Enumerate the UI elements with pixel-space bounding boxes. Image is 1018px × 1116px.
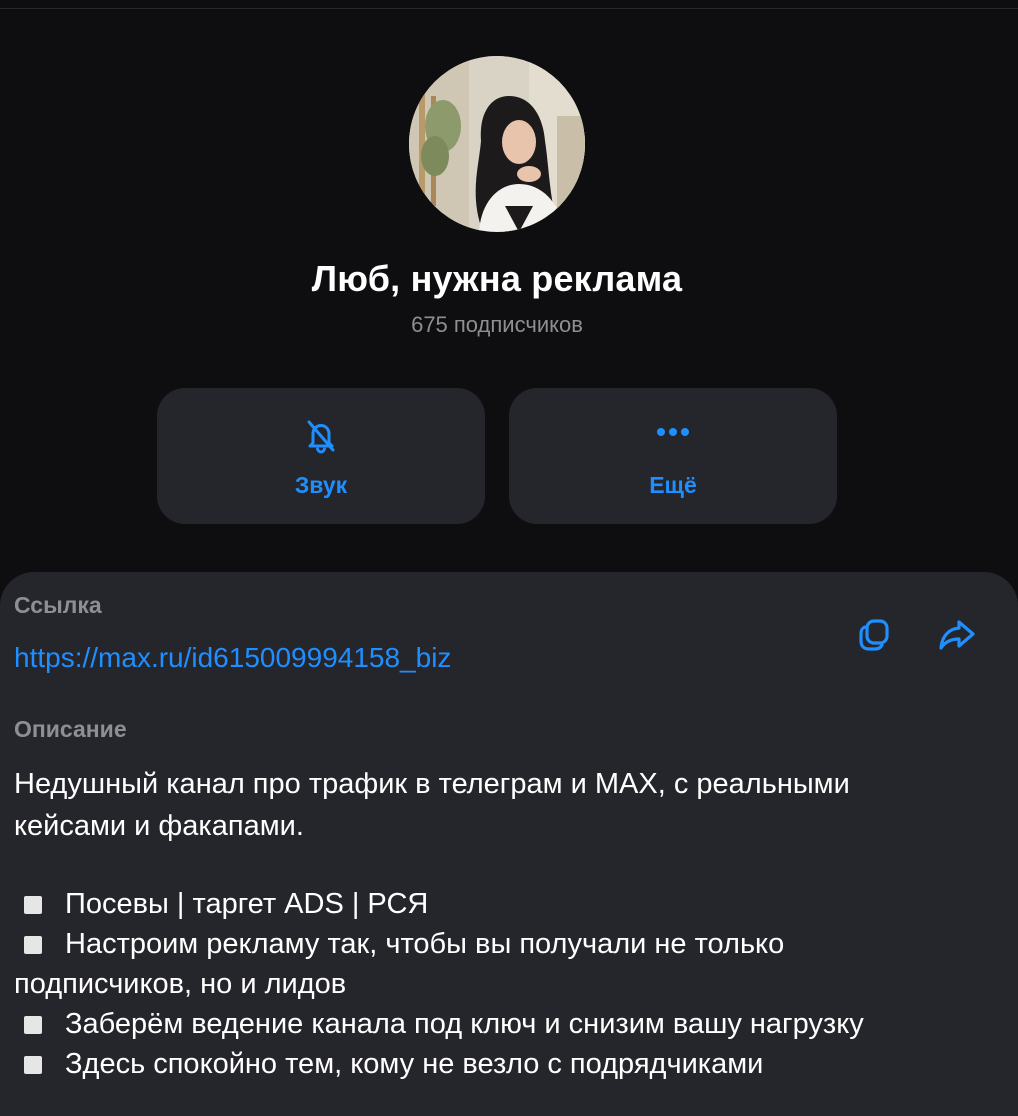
sound-button-label: Звук xyxy=(294,472,348,498)
channel-link[interactable]: https://max.ru/id615009994158_biz xyxy=(14,642,451,674)
description-intro-line1: Недушный канал про трафик в телеграм и M… xyxy=(14,768,850,800)
description-section-label: Описание xyxy=(14,716,127,742)
bullet-text: Здесь спокойно тем, кому не везло с подр… xyxy=(65,1048,764,1080)
share-icon[interactable] xyxy=(937,614,977,654)
channel-title: Люб, нужна реклама xyxy=(311,258,683,299)
more-button-label: Ещё xyxy=(649,472,697,498)
bullet-text: Заберём ведение канала под ключ и снизим… xyxy=(65,1008,864,1040)
description-bullet: Настроим рекламу так, чтобы вы получали … xyxy=(14,924,784,964)
bullet-square-icon xyxy=(24,896,42,914)
channel-avatar[interactable] xyxy=(409,56,585,232)
sound-button[interactable]: Звук xyxy=(157,388,485,524)
description-bullet: Здесь спокойно тем, кому не везло с подр… xyxy=(14,1044,763,1084)
bullet-square-icon xyxy=(24,1056,42,1074)
more-button[interactable]: Ещё xyxy=(509,388,837,524)
bullet-square-icon xyxy=(24,1016,42,1034)
description-bullet-continuation: подписчиков, но и лидов xyxy=(14,968,347,1000)
description-bullet: Заберём ведение канала под ключ и снизим… xyxy=(14,1004,864,1044)
description-intro-line2: кейсами и факапами. xyxy=(14,810,304,842)
bullet-text: Посевы | таргет ADS | РСЯ xyxy=(65,888,429,920)
copy-icon[interactable] xyxy=(856,614,896,654)
more-dots-icon xyxy=(657,428,689,436)
bullet-text: Настроим рекламу так, чтобы вы получали … xyxy=(65,928,785,960)
bell-muted-icon xyxy=(307,420,335,454)
bullet-square-icon xyxy=(24,936,42,954)
subscriber-count: 675 подписчиков xyxy=(411,312,583,337)
avatar-photo xyxy=(409,56,585,232)
top-divider xyxy=(0,0,1018,9)
description-bullet: Посевы | таргет ADS | РСЯ xyxy=(14,884,428,924)
channel-profile-page: Люб, нужна реклама 675 подписчиков Звук … xyxy=(0,0,1018,1116)
link-section-label: Ссылка xyxy=(14,592,102,618)
